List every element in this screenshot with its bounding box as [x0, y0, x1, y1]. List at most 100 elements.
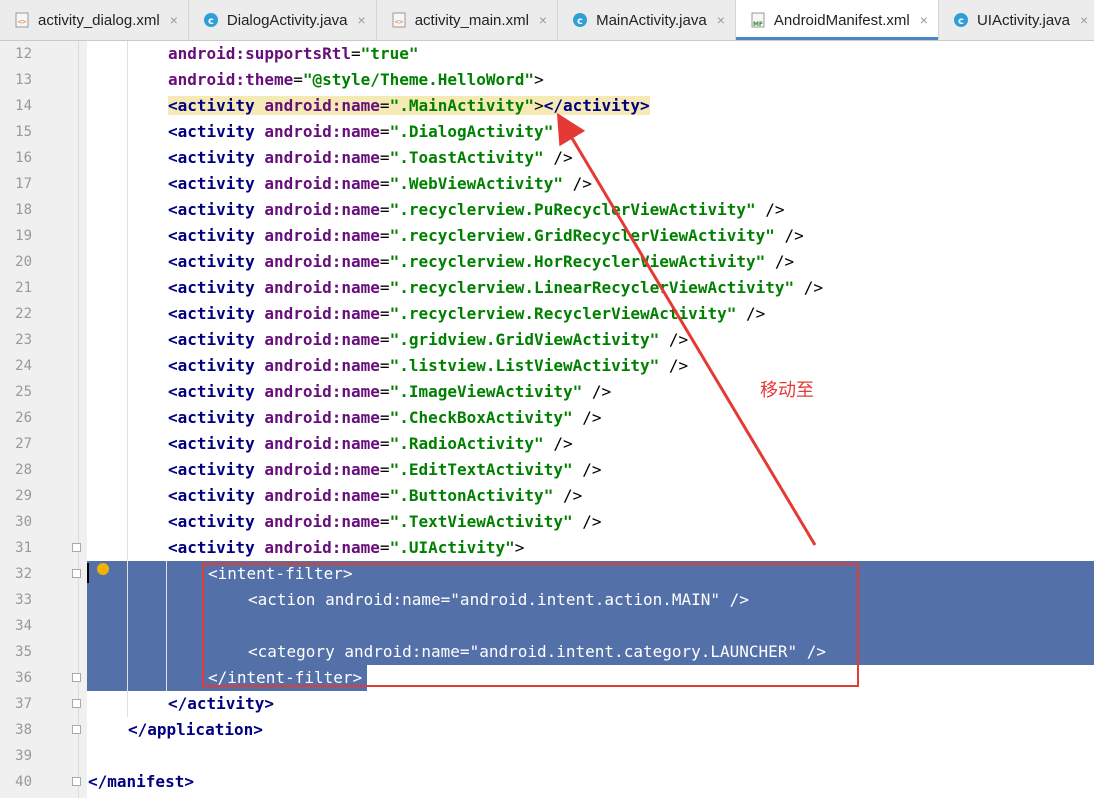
code-line[interactable]: 22 <activity android:name=".recyclerview.… [0, 301, 1094, 327]
code-line[interactable]: 28 <activity android:name=".EditTextActiv… [0, 457, 1094, 483]
line-number: 29 [15, 488, 32, 504]
code-line[interactable]: 23 <activity android:name=".gridview.Grid… [0, 327, 1094, 353]
code-token: ".recyclerview.GridRecyclerViewActivity" [389, 226, 775, 245]
code-token: = [379, 460, 390, 479]
code-token: ".ToastActivity" [389, 148, 544, 167]
fold-marker[interactable] [72, 569, 81, 578]
code-token: = [379, 330, 390, 349]
code-line[interactable]: 26 <activity android:name=".CheckBoxActiv… [0, 405, 1094, 431]
code-token: <activity [168, 356, 265, 375]
code-line[interactable]: 20 <activity android:name=".recyclerview.… [0, 249, 1094, 275]
fold-marker[interactable] [72, 699, 81, 708]
code-token: /> [543, 148, 573, 167]
code-text: <activity android:name=".recyclerview.Ho… [168, 249, 794, 275]
code-line[interactable]: 37 </activity> [0, 691, 1094, 717]
code-token: ".listview.ListViewActivity" [389, 356, 660, 375]
annotation-label: 移动至 [760, 380, 814, 401]
line-number: 17 [15, 176, 32, 192]
code-token: /> [572, 460, 602, 479]
code-line[interactable]: 29 <activity android:name=".ButtonActivit… [0, 483, 1094, 509]
code-token: <activity [168, 148, 265, 167]
code-line[interactable]: 40 </manifest> [0, 769, 1094, 795]
tab-activity-dialog-xml[interactable]: <> activity_dialog.xml × [0, 0, 189, 40]
code-token: <activity [168, 226, 265, 245]
code-token: ".recyclerview.RecyclerViewActivity" [389, 304, 737, 323]
code-token: android:name [264, 96, 380, 115]
code-token: /> [553, 122, 583, 141]
code-line[interactable]: 17 <activity android:name=".WebViewActivi… [0, 171, 1094, 197]
code-line[interactable]: 30 <activity android:name=".TextViewActiv… [0, 509, 1094, 535]
code-token: android:name [264, 434, 380, 453]
code-line[interactable]: 21 <activity android:name=".recyclerview.… [0, 275, 1094, 301]
code-text: android:supportsRtl="true" [168, 41, 418, 67]
code-token: android:name [264, 356, 380, 375]
code-text: <activity android:name=".ButtonActivity"… [168, 483, 582, 509]
code-line[interactable]: 39 [0, 743, 1094, 769]
fold-marker[interactable] [72, 777, 81, 786]
code-token: <activity [168, 538, 265, 557]
code-line[interactable]: 24 <activity android:name=".listview.List… [0, 353, 1094, 379]
close-icon[interactable]: × [358, 12, 366, 28]
tab-dialogactivity-java[interactable]: c DialogActivity.java × [189, 0, 377, 40]
code-token: > [514, 538, 525, 557]
code-token: = [379, 408, 390, 427]
code-token: android:name [264, 538, 380, 557]
code-token: android:name [264, 174, 380, 193]
code-token: /> [794, 278, 824, 297]
code-line[interactable]: 25 <activity android:name=".ImageViewActi… [0, 379, 1094, 405]
code-line[interactable]: 38 </application> [0, 717, 1094, 743]
code-line[interactable]: 18 <activity android:name=".recyclerview.… [0, 197, 1094, 223]
code-token: <activity [168, 252, 265, 271]
code-line[interactable]: 19 <activity android:name=".recyclerview.… [0, 223, 1094, 249]
code-token: android:name [264, 122, 380, 141]
code-token: = [379, 148, 390, 167]
fold-marker[interactable] [72, 543, 81, 552]
code-token: = [379, 252, 390, 271]
fold-marker[interactable] [72, 673, 81, 682]
code-token: android:name [264, 278, 380, 297]
line-number: 19 [15, 228, 32, 244]
lightbulb-icon[interactable] [97, 563, 109, 575]
code-line[interactable]: 13 android:theme="@style/Theme.HelloWord"… [0, 67, 1094, 93]
close-icon[interactable]: × [170, 12, 178, 28]
line-number: 23 [15, 332, 32, 348]
code-token: ".recyclerview.HorRecyclerViewActivity" [389, 252, 766, 271]
tab-uiactivity-java[interactable]: c UIActivity.java × [939, 0, 1094, 40]
line-number: 14 [15, 98, 32, 114]
fold-marker[interactable] [72, 725, 81, 734]
annotation-box [202, 563, 859, 687]
code-token: = [379, 486, 390, 505]
close-icon[interactable]: × [539, 12, 547, 28]
code-token: ".ButtonActivity" [389, 486, 554, 505]
code-token: ".RadioActivity" [389, 434, 544, 453]
close-icon[interactable]: × [717, 12, 725, 28]
code-token: android:name [264, 460, 380, 479]
code-token: android:name [264, 382, 380, 401]
code-line[interactable]: 27 <activity android:name=".RadioActivity… [0, 431, 1094, 457]
line-number: 12 [15, 46, 32, 62]
tab-mainactivity-java[interactable]: c MainActivity.java × [558, 0, 736, 40]
close-icon[interactable]: × [1080, 12, 1088, 28]
code-line[interactable]: 16 <activity android:name=".ToastActivity… [0, 145, 1094, 171]
code-token: = [379, 174, 390, 193]
line-number: 32 [15, 566, 32, 582]
svg-text:MF: MF [753, 21, 763, 28]
code-token: /> [572, 512, 602, 531]
code-line[interactable]: 14 <activity android:name=".MainActivity"… [0, 93, 1094, 119]
code-token: <activity [168, 174, 265, 193]
code-token: <activity [168, 278, 265, 297]
code-line[interactable]: 12 android:supportsRtl="true" [0, 41, 1094, 67]
code-token: /> [543, 434, 573, 453]
code-token: /> [736, 304, 766, 323]
svg-text:c: c [577, 16, 583, 27]
code-token: /> [659, 356, 689, 375]
code-line[interactable]: 15 <activity android:name=".DialogActivit… [0, 119, 1094, 145]
line-number: 16 [15, 150, 32, 166]
code-text: <activity android:name=".gridview.GridVi… [168, 327, 688, 353]
code-token: /> [765, 252, 795, 271]
code-line[interactable]: 31 <activity android:name=".UIActivity"> [0, 535, 1094, 561]
tab-androidmanifest-xml[interactable]: MF AndroidManifest.xml × [735, 0, 939, 40]
tab-activity-main-xml[interactable]: <> activity_main.xml × [377, 0, 559, 40]
code-token: = [379, 200, 390, 219]
close-icon[interactable]: × [920, 12, 928, 28]
